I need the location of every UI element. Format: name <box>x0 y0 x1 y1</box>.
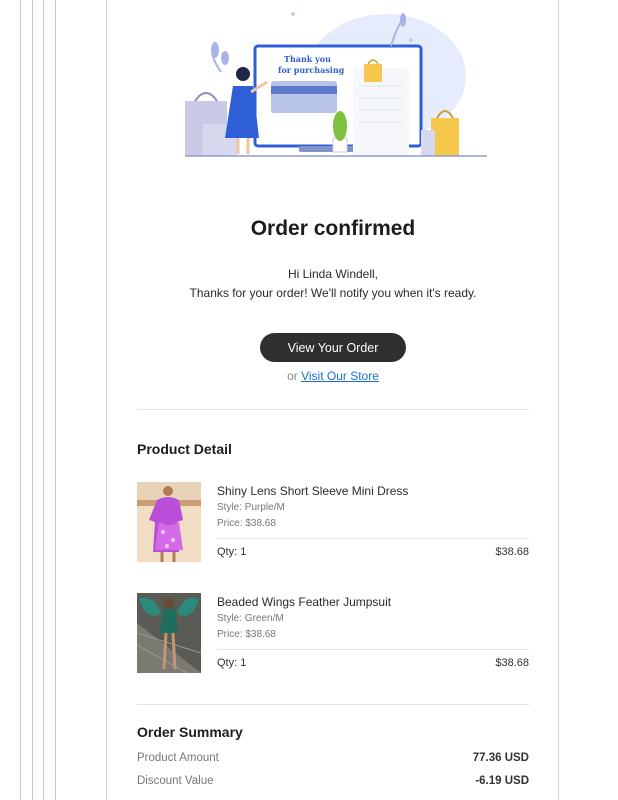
product-item: Beaded Wings Feather Jumpsuit Style: Gre… <box>137 593 529 675</box>
page-title: Order confirmed <box>250 217 416 240</box>
product-item: Shiny Lens Short Sleeve Mini Dress Style… <box>137 482 529 564</box>
divider <box>137 409 529 410</box>
summary-label: Product Amount <box>137 752 219 764</box>
illustration-caption-line2: for purchasing <box>278 65 345 75</box>
product-image-purple-dress[interactable] <box>137 482 201 562</box>
summary-value: -6.19 USD <box>475 775 529 787</box>
email-card: Thank you for purchasing Order confirmed… <box>106 0 559 800</box>
order-summary-heading: Order Summary <box>137 724 243 740</box>
thread-edge-line <box>55 0 56 800</box>
product-separator <box>217 538 529 539</box>
thread-edge-line <box>32 0 33 800</box>
product-name[interactable]: Shiny Lens Short Sleeve Mini Dress <box>217 484 408 498</box>
summary-label: Discount Value <box>137 775 214 787</box>
product-price: Price: $38.68 <box>217 629 276 640</box>
greeting-text: Hi Linda Windell, <box>287 267 379 281</box>
card-right-border <box>558 0 559 800</box>
summary-value: 77.36 USD <box>472 752 529 764</box>
thank-you-illustration: Thank you for purchasing <box>185 12 487 157</box>
thanks-message: Thanks for your order! We'll notify you … <box>189 286 477 300</box>
product-price: Price: $38.68 <box>217 518 276 529</box>
divider <box>137 704 529 705</box>
product-total: $38.68 <box>495 546 529 558</box>
thread-edge-line <box>43 0 44 800</box>
view-order-button[interactable]: View Your Order <box>260 333 406 362</box>
illustration-caption-line1: Thank you <box>284 54 331 64</box>
product-separator <box>217 649 529 650</box>
product-qty: Qty: 1 <box>217 546 247 558</box>
product-name[interactable]: Beaded Wings Feather Jumpsuit <box>217 595 391 609</box>
product-style: Style: Green/M <box>217 613 284 624</box>
product-qty: Qty: 1 <box>217 657 247 669</box>
visit-store-link[interactable]: Visit Our Store <box>301 369 379 383</box>
thread-edge-line <box>20 0 21 800</box>
product-style: Style: Purple/M <box>217 502 285 513</box>
product-detail-heading: Product Detail <box>137 441 232 457</box>
product-image-green-jumpsuit[interactable] <box>137 593 201 673</box>
product-total: $38.68 <box>495 657 529 669</box>
or-text: or <box>287 369 298 383</box>
store-link-line: or Visit Our Store <box>107 369 559 383</box>
